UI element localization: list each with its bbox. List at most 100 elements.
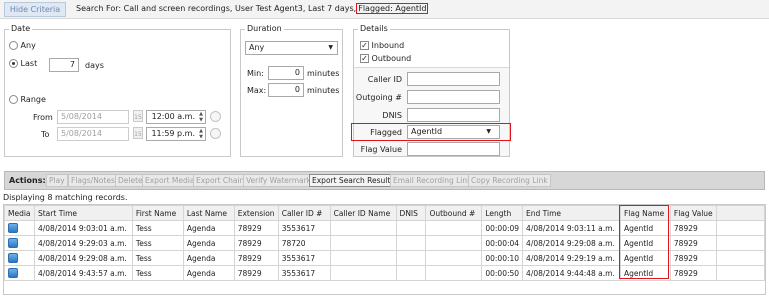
caller-id-input[interactable] bbox=[407, 72, 500, 86]
flag-name-highlight bbox=[619, 205, 669, 279]
outgoing-input[interactable] bbox=[407, 90, 500, 104]
media-file-icon[interactable] bbox=[8, 268, 18, 278]
column-header[interactable]: Extension bbox=[233, 205, 279, 221]
dnis-input[interactable] bbox=[407, 108, 500, 122]
export-chain-button[interactable]: Export Chain bbox=[193, 174, 248, 187]
date-last-option[interactable]: Last bbox=[9, 59, 37, 68]
table-cell: Agenda bbox=[182, 250, 235, 266]
media-file-icon[interactable] bbox=[8, 223, 18, 233]
max-minutes-input[interactable]: 0 bbox=[268, 83, 304, 97]
column-header[interactable]: Media bbox=[4, 205, 35, 221]
actions-toolbar: Actions: Play Flags/Notes Delete Export … bbox=[4, 171, 765, 190]
table-cell: Agenda bbox=[182, 220, 235, 236]
table-cell bbox=[395, 265, 427, 281]
to-date-input[interactable]: 5/08/2014 bbox=[57, 127, 129, 141]
table-cell: Tess bbox=[131, 250, 184, 266]
media-cell[interactable] bbox=[4, 250, 35, 266]
date-any-radio[interactable] bbox=[9, 41, 18, 50]
media-file-icon[interactable] bbox=[8, 253, 18, 263]
column-header[interactable]: Start Time bbox=[33, 205, 133, 221]
table-cell: 4/08/2014 9:44:48 a.m. bbox=[522, 265, 621, 281]
outbound-checkbox[interactable]: ✓ bbox=[360, 54, 369, 63]
table-cell bbox=[425, 235, 483, 251]
table-cell: 00:00:50 bbox=[481, 265, 524, 281]
table-cell: 4/08/2014 9:43:57 a.m. bbox=[33, 265, 133, 281]
table-cell: 3553617 bbox=[277, 220, 331, 236]
hide-criteria-button[interactable]: Hide Criteria bbox=[4, 2, 66, 17]
dnis-label: DNIS bbox=[382, 111, 402, 120]
export-media-button[interactable]: Export Media bbox=[142, 174, 198, 187]
last-days-input[interactable]: 7 bbox=[49, 58, 79, 72]
table-cell: Tess bbox=[131, 235, 184, 251]
table-cell: 78929 bbox=[669, 220, 717, 236]
min-minutes-input[interactable]: 0 bbox=[268, 66, 304, 80]
flagged-label: Flagged bbox=[370, 128, 402, 137]
table-cell: 78929 bbox=[233, 265, 279, 281]
date-panel-title: Date bbox=[9, 24, 33, 33]
from-time-input[interactable]: 12:00 a.m. ▲ ▼ bbox=[146, 110, 206, 124]
to-calendar-icon[interactable]: 15 bbox=[133, 127, 143, 139]
table-cell: 00:00:09 bbox=[481, 220, 524, 236]
verify-watermark-button[interactable]: Verify Watermark bbox=[243, 174, 315, 187]
flag-value-input[interactable] bbox=[407, 142, 500, 156]
column-header[interactable]: Outbound # bbox=[425, 205, 483, 221]
table-cell bbox=[329, 235, 397, 251]
date-any-option[interactable]: Any bbox=[9, 41, 36, 50]
table-cell: 3553617 bbox=[277, 250, 331, 266]
table-cell: 4/08/2014 9:29:08 a.m. bbox=[33, 250, 133, 266]
to-clock-icon[interactable] bbox=[210, 128, 221, 139]
email-recording-link-button[interactable]: Email Recording Link bbox=[390, 174, 475, 187]
details-panel: Details ✓ Inbound ✓ Outbound Caller ID O… bbox=[351, 24, 511, 157]
column-header[interactable]: Length bbox=[481, 205, 524, 221]
media-cell[interactable] bbox=[4, 265, 35, 281]
max-unit-label: minutes bbox=[307, 86, 340, 95]
inbound-option[interactable]: ✓ Inbound bbox=[360, 41, 404, 50]
column-header[interactable]: Flag Value bbox=[669, 205, 717, 221]
date-range-label: Range bbox=[20, 95, 46, 104]
date-last-radio[interactable] bbox=[9, 59, 18, 68]
inbound-checkbox[interactable]: ✓ bbox=[360, 41, 369, 50]
table-cell: 00:00:04 bbox=[481, 235, 524, 251]
table-cell: 78929 bbox=[233, 235, 279, 251]
table-cell: Tess bbox=[131, 265, 184, 281]
column-header[interactable]: End Time bbox=[522, 205, 621, 221]
media-file-icon[interactable] bbox=[8, 238, 18, 248]
table-cell: 4/08/2014 9:29:08 a.m. bbox=[522, 235, 621, 251]
column-header-filler bbox=[715, 205, 766, 221]
column-header[interactable]: Caller ID # bbox=[277, 205, 331, 221]
from-time-spinner-icon[interactable]: ▲ ▼ bbox=[197, 111, 203, 123]
actions-label: Actions: bbox=[9, 176, 46, 185]
search-summary-text: Search For: Call and screen recordings, … bbox=[76, 4, 357, 13]
outbound-option[interactable]: ✓ Outbound bbox=[360, 54, 411, 63]
table-cell bbox=[395, 250, 427, 266]
table-cell: 4/08/2014 9:03:01 a.m. bbox=[33, 220, 133, 236]
to-time-input[interactable]: 11:59 p.m. ▲ ▼ bbox=[146, 127, 206, 141]
export-search-results-button[interactable]: Export Search Results bbox=[309, 174, 398, 187]
media-cell[interactable] bbox=[4, 220, 35, 236]
duration-select[interactable]: Any ▼ bbox=[245, 41, 338, 55]
media-cell[interactable] bbox=[4, 235, 35, 251]
flags-notes-button[interactable]: Flags/Notes bbox=[68, 174, 118, 187]
from-time-value: 12:00 a.m. bbox=[151, 112, 195, 121]
date-range-radio[interactable] bbox=[9, 95, 18, 104]
to-time-value: 11:59 p.m. bbox=[151, 129, 195, 138]
column-header[interactable]: Caller ID Name bbox=[329, 205, 397, 221]
to-time-spinner-icon[interactable]: ▲ ▼ bbox=[197, 128, 203, 140]
play-button[interactable]: Play bbox=[46, 174, 68, 187]
flagged-select[interactable]: AgentId ▼ bbox=[407, 125, 500, 139]
from-calendar-icon[interactable]: 15 bbox=[133, 110, 143, 122]
copy-recording-link-button[interactable]: Copy Recording Link bbox=[468, 174, 551, 187]
flagged-select-value: AgentId bbox=[411, 127, 443, 136]
column-header[interactable]: DNIS bbox=[395, 205, 427, 221]
table-cell bbox=[425, 220, 483, 236]
from-clock-icon[interactable] bbox=[210, 111, 221, 122]
from-date-input[interactable]: 5/08/2014 bbox=[57, 110, 129, 124]
column-header[interactable]: Last Name bbox=[182, 205, 235, 221]
column-header[interactable]: First Name bbox=[131, 205, 184, 221]
table-cell: 78720 bbox=[277, 235, 331, 251]
chevron-down-icon: ▼ bbox=[486, 128, 491, 135]
date-last-label: Last bbox=[20, 59, 38, 68]
date-range-option[interactable]: Range bbox=[9, 95, 46, 104]
outgoing-label: Outgoing # bbox=[355, 93, 402, 102]
table-cell-filler bbox=[715, 220, 766, 236]
